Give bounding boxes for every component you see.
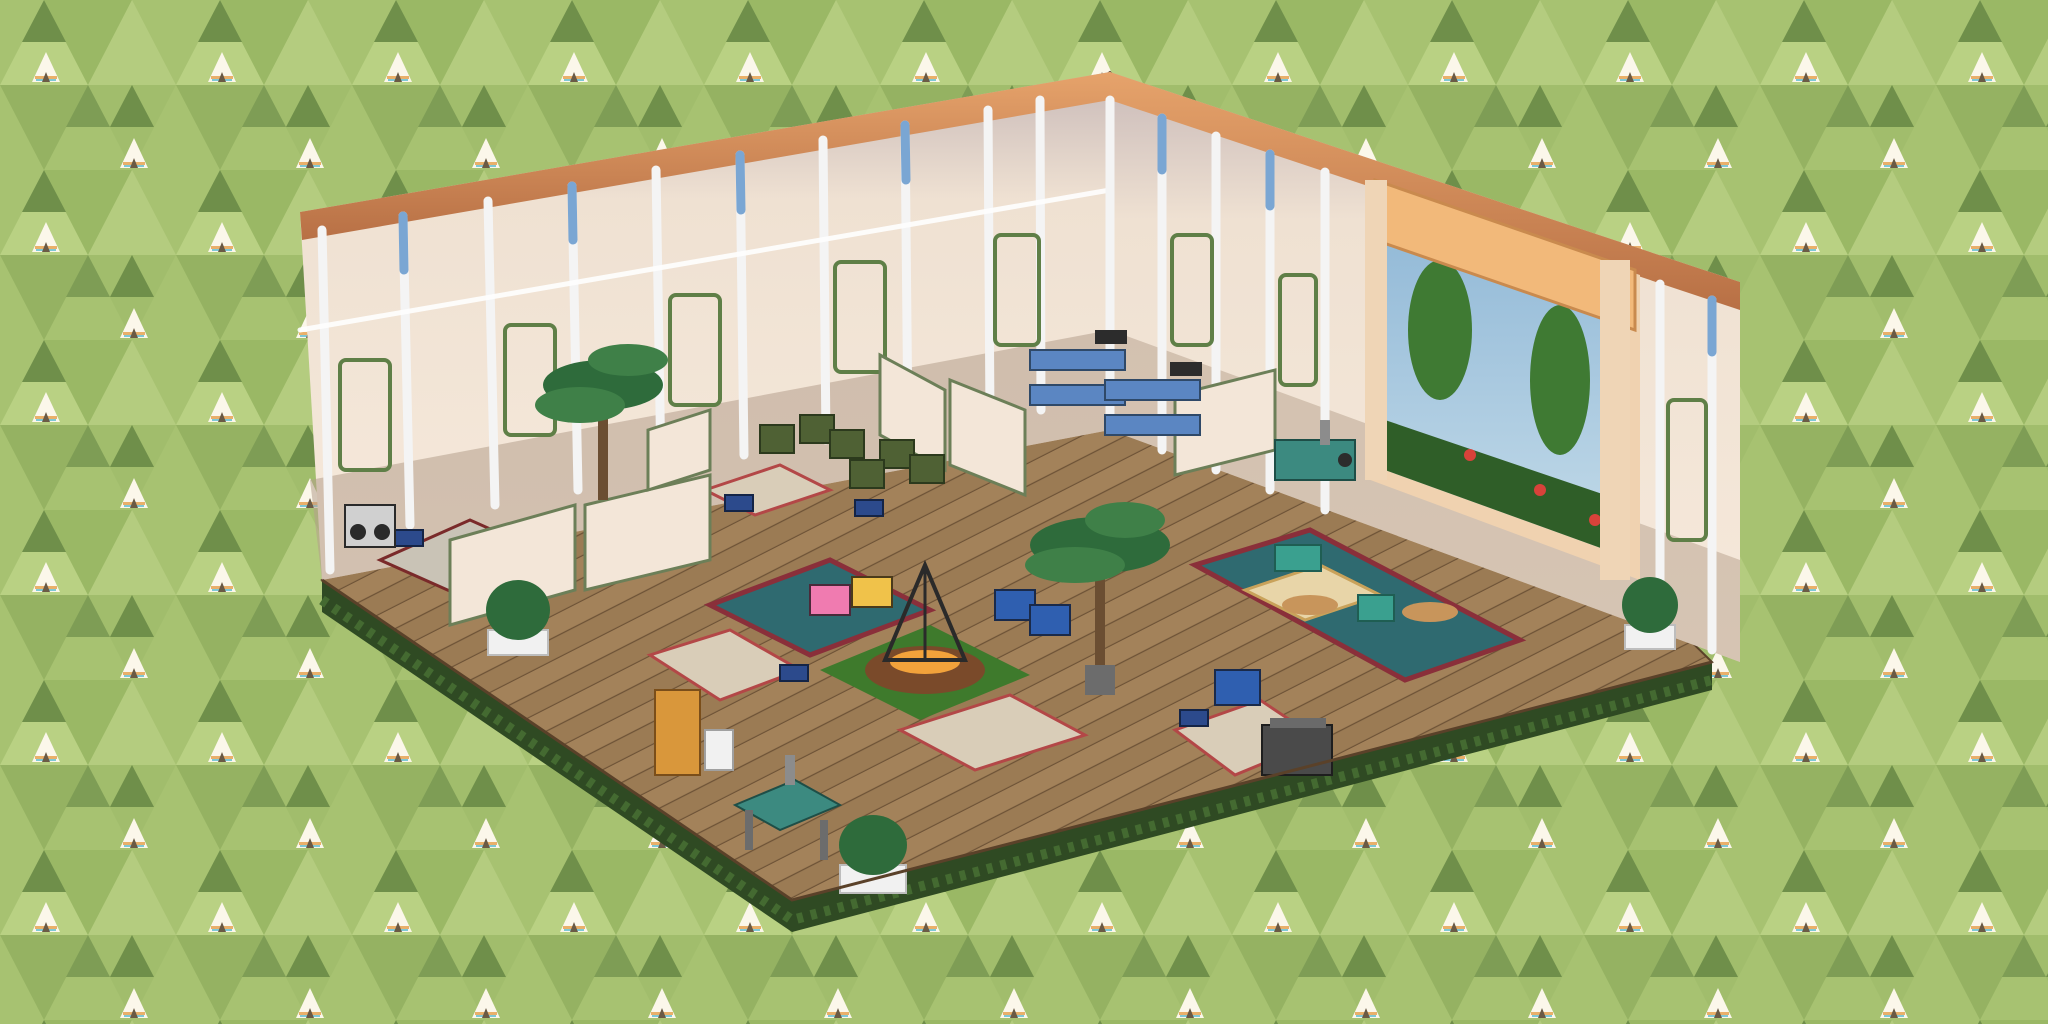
shrub-front bbox=[839, 815, 907, 894]
game-scene bbox=[0, 0, 2048, 1024]
cooler bbox=[1261, 718, 1333, 776]
shrub-right bbox=[1622, 577, 1678, 650]
boombox bbox=[344, 504, 396, 548]
shrub-left bbox=[486, 580, 550, 656]
room-canvas bbox=[0, 0, 2048, 1024]
